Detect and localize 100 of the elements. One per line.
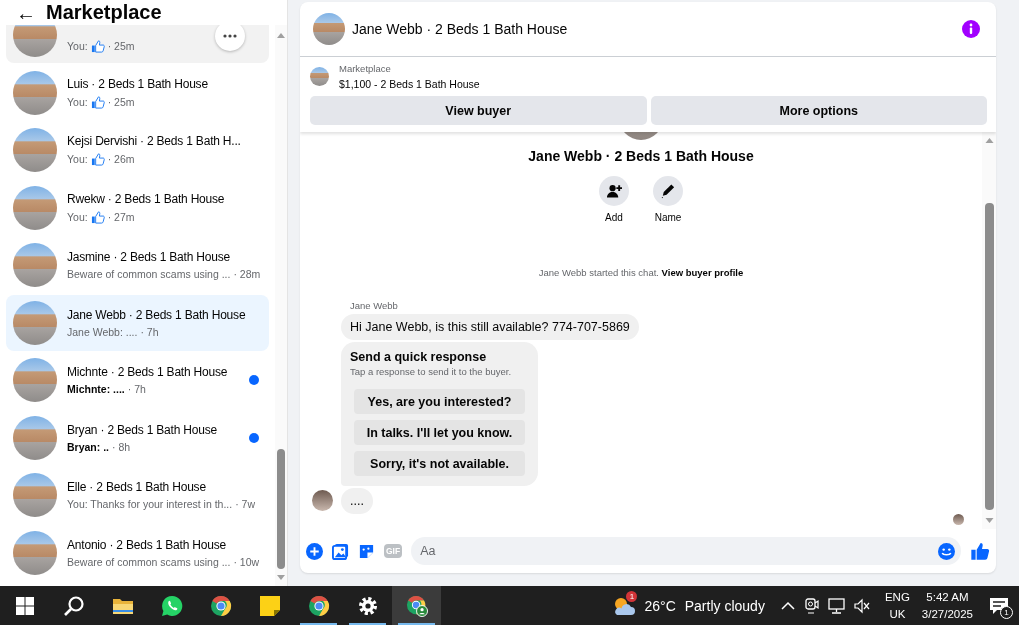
- card-title: Send a quick response: [350, 350, 488, 364]
- message-time: · 28m: [233, 268, 261, 280]
- action-button[interactable]: More options: [650, 96, 987, 125]
- message-time: · 27m: [107, 210, 135, 223]
- notification-button[interactable]: 1: [979, 586, 1019, 625]
- avatar-photo: [13, 358, 57, 402]
- conversation-title: Luis · 2 Beds 1 Bath House: [67, 76, 209, 91]
- camera-icon[interactable]: [803, 597, 819, 614]
- conversation-item[interactable]: Bryan · 2 Beds 1 Bath House Bryan: .. · 8h: [6, 409, 269, 466]
- conversation-title: Jane Webb · 2 Beds 1 Bath House: [67, 307, 247, 322]
- avatar-photo: [13, 473, 57, 517]
- message-preview: You: Thanks for your interest in th...: [67, 498, 233, 510]
- listing-summary: $1,100 - 2 Beds 1 Bath House: [339, 78, 480, 90]
- avatar-photo: [13, 25, 57, 57]
- clock[interactable]: 5:42 AM 3/27/2025: [915, 586, 979, 625]
- conversation-item[interactable]: Antonio · 2 Beds 1 Bath House Beware of common scams using ... · 10w: [6, 524, 269, 581]
- message-bubble: ....: [341, 488, 373, 514]
- avatar-photo: [13, 70, 57, 115]
- back-button[interactable]: ←: [16, 2, 36, 23]
- sticker-icon[interactable]: [358, 542, 375, 560]
- seen-avatar: [953, 514, 964, 525]
- message-preview: Jane Webb: ....: [67, 325, 138, 338]
- action-button[interactable]: View buyer: [310, 96, 647, 125]
- like-icon: [90, 152, 105, 166]
- language-indicator[interactable]: ENG UK: [878, 586, 916, 625]
- listing-source: Marketplace: [339, 63, 392, 74]
- message-field[interactable]: Aa: [411, 537, 961, 565]
- chrome-profile-icon: [405, 594, 428, 617]
- avatar-photo: [13, 128, 57, 172]
- quick-reply-button[interactable]: Yes, are you interested?: [354, 389, 525, 414]
- like-icon[interactable]: [970, 541, 990, 561]
- message-time: · 10w: [233, 555, 260, 568]
- message-preview: Michnte: ....: [67, 383, 125, 395]
- weather-condition: Partly cloudy: [684, 597, 765, 614]
- conversation-item[interactable]: Elle · 2 Beds 1 Bath House You: Thanks for your interest in th... · 7w: [6, 467, 269, 523]
- conversation-title: Bryan · 2 Beds 1 Bath House: [67, 422, 219, 437]
- emoji-icon[interactable]: [938, 542, 955, 560]
- conversation-title: Rwekw · 2 Beds 1 Bath House: [67, 191, 226, 206]
- clock-time: 5:42 AM: [926, 589, 969, 605]
- card-subtitle: Tap a response to send it to the buyer.: [350, 366, 513, 377]
- conversation-item[interactable]: Michnte · 2 Beds 1 Bath House Michnte: .... · 7h: [6, 352, 269, 408]
- taskbar-button[interactable]: [392, 586, 441, 625]
- avatar-photo: [13, 300, 57, 345]
- conversation-title: Antonio · 2 Beds 1 Bath House: [67, 537, 227, 552]
- like-icon: [90, 94, 105, 109]
- conversation-item[interactable]: Jane Webb · 2 Beds 1 Bath House Jane Webb: .... · 7h: [6, 294, 269, 351]
- chrome-icon: [307, 594, 330, 617]
- avatar-photo: [13, 185, 57, 230]
- message-time: · 7h: [127, 383, 146, 395]
- quick-reply-button[interactable]: Sorry, it's not available.: [354, 451, 525, 476]
- message-time: · 8h: [112, 440, 131, 453]
- network-icon[interactable]: [827, 597, 845, 614]
- muted-speaker-icon[interactable]: [853, 597, 871, 614]
- message-time: · 26m: [107, 153, 135, 165]
- message-time: · 25m: [107, 95, 135, 108]
- sender-name: Jane Webb: [350, 300, 398, 311]
- language-region: UK: [889, 606, 906, 622]
- message-time: · 7h: [140, 325, 159, 338]
- avatar-photo: [313, 13, 345, 45]
- page-title: Marketplace: [46, 1, 162, 24]
- system-note: Jane Webb started this chat. View buyer profile: [538, 267, 744, 278]
- chat-title: Jane Webb · 2 Beds 1 Bath House: [352, 21, 569, 37]
- sticky-note-icon: [258, 594, 281, 617]
- profile-title: Jane Webb · 2 Beds 1 Bath House: [528, 148, 754, 164]
- avatar-photo: [13, 530, 57, 575]
- notification-badge: 1: [626, 590, 638, 602]
- person-plus-icon: [606, 183, 622, 199]
- language-code: ENG: [884, 589, 910, 605]
- conversation-title: Kejsi Dervishi · 2 Beds 1 Bath H...: [67, 134, 242, 148]
- conversation-item[interactable]: Kejsi Dervishi · 2 Beds 1 Bath H... You: · 26m: [6, 122, 269, 178]
- message-time: · 25m: [107, 40, 135, 52]
- conversation-title: Michnte · 2 Beds 1 Bath House: [67, 365, 229, 379]
- conversation-item[interactable]: Rwekw · 2 Beds 1 Bath House You: · 27m: [6, 179, 269, 236]
- weather-widget[interactable]: 1 26°C Partly cloudy: [605, 586, 781, 625]
- info-icon[interactable]: [962, 20, 980, 38]
- windows-icon: [15, 596, 34, 615]
- notification-count: 1: [1000, 606, 1013, 619]
- clock-date: 3/27/2025: [921, 606, 973, 622]
- message-preview: You:: [67, 40, 88, 52]
- more-icon: [223, 34, 237, 38]
- message-time: · 7w: [235, 498, 256, 510]
- avatar-photo: [13, 415, 57, 460]
- conversation-item[interactable]: You: · 25m: [6, 25, 269, 63]
- chevron-up-icon[interactable]: [780, 600, 795, 611]
- message-preview: Beware of common scams using ...: [67, 555, 231, 568]
- scrollbar-thumb[interactable]: [984, 203, 994, 510]
- message-preview: Bryan: ..: [67, 440, 109, 453]
- conversation-item[interactable]: Jasmine · 2 Beds 1 Bath House Beware of common scams using ... · 28m: [6, 237, 269, 293]
- quick-reply-button[interactable]: In talks. I'll let you know.: [354, 420, 525, 445]
- chat-bubble-icon: [160, 594, 183, 617]
- buyer-profile-link[interactable]: View buyer profile: [661, 267, 744, 278]
- sender-avatar: [312, 490, 333, 511]
- conversation-item[interactable]: Luis · 2 Beds 1 Bath House You: · 25m: [6, 64, 269, 121]
- scrollbar-thumb[interactable]: [277, 449, 285, 569]
- conversation-title: Elle · 2 Beds 1 Bath House: [67, 480, 207, 494]
- like-icon: [90, 209, 105, 224]
- plus-icon[interactable]: [306, 542, 323, 560]
- chrome-icon: [209, 594, 232, 617]
- message-preview: You:: [67, 210, 88, 223]
- image-icon[interactable]: [332, 542, 349, 560]
